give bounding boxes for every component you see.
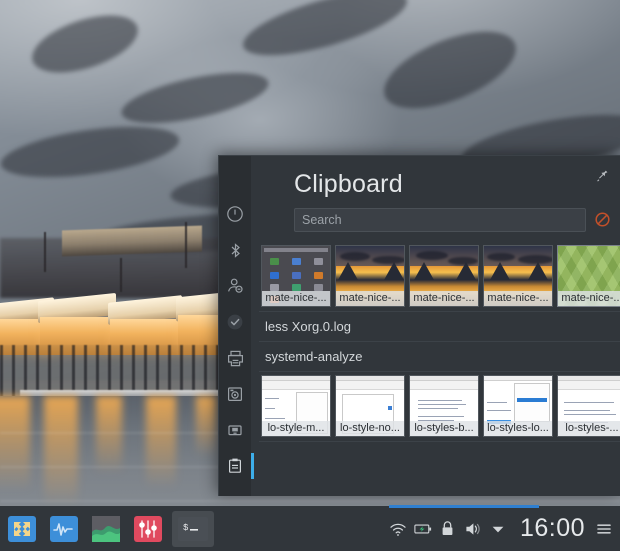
clipboard-thumbnail[interactable]: mate-nice-...: [335, 245, 405, 307]
hamburger-icon[interactable]: [596, 522, 612, 536]
taskbar-wireshark[interactable]: [46, 511, 82, 547]
taskbar-vmware[interactable]: [4, 511, 40, 547]
sidebar-item-clipboard[interactable]: [224, 453, 254, 479]
thumbnail-label: mate-nice-...: [558, 291, 620, 306]
clipboard-applet-panel: Clipboard Search mate-nice-... mate-nice…: [218, 155, 620, 496]
clipboard-thumbnail[interactable]: lo-styles-...: [557, 375, 620, 437]
thumbnail-label: mate-nice-...: [336, 291, 404, 306]
sidebar-item-updates[interactable]: [224, 311, 246, 333]
thumbnail-label: mate-nice-...: [262, 291, 330, 306]
wallpaper-pole: [44, 232, 46, 272]
taskbar-system-monitor[interactable]: [88, 511, 124, 547]
clipboard-thumbnail[interactable]: mate-nice-...: [483, 245, 553, 307]
thumbnail-label: lo-styles-lo...: [484, 421, 552, 436]
taskbar-terminal[interactable]: $: [172, 510, 214, 547]
clipboard-thumbnail[interactable]: mate-nice-...: [557, 245, 620, 307]
taskbar-volume-mixer[interactable]: [130, 511, 166, 547]
taskbar-launchers: $: [4, 510, 214, 547]
thumbnail-label: lo-style-m...: [262, 421, 330, 436]
chevron-down-icon[interactable]: [489, 520, 507, 538]
clipboard-thumbnail[interactable]: lo-style-m...: [261, 375, 331, 437]
clipboard-text-entry[interactable]: systemd-analyze: [259, 342, 620, 372]
sidebar-item-bluetooth[interactable]: [224, 239, 246, 261]
sidebar-item-user[interactable]: [224, 275, 246, 297]
waveform-icon: [50, 515, 78, 542]
clipboard-thumbnail[interactable]: mate-nice-...: [261, 245, 331, 307]
sidebar-item-removable[interactable]: [224, 419, 246, 441]
taskbar: $ 16:00: [0, 505, 620, 551]
network-arrows-icon: [8, 515, 36, 542]
terminal-icon: $: [178, 516, 208, 541]
sidebar-item-power[interactable]: [224, 203, 246, 225]
clipboard-content: Clipboard Search mate-nice-... mate-nice…: [251, 156, 620, 496]
page-title: Clipboard: [294, 170, 403, 198]
thumbnail-label: mate-nice-...: [484, 291, 552, 306]
search-row: [251, 208, 620, 232]
thumbnail-label: mate-nice-...: [410, 291, 478, 306]
svg-text:$: $: [183, 523, 189, 533]
wallpaper-pole: [185, 222, 187, 268]
search-input[interactable]: [294, 208, 586, 232]
clipboard-thumbnail[interactable]: lo-style-no...: [335, 375, 405, 437]
lock-icon[interactable]: [439, 520, 457, 538]
sidebar-item-printers[interactable]: [224, 347, 246, 369]
clipboard-text-entry[interactable]: less Xorg.0.log: [259, 312, 620, 342]
desktop-screen: Clipboard Search mate-nice-... mate-nice…: [0, 0, 620, 551]
clipboard-thumbnail-row: lo-style-m... lo-style-no... lo-styles-b…: [259, 372, 620, 442]
battery-charging-icon[interactable]: [414, 520, 432, 538]
pin-icon[interactable]: [594, 168, 610, 184]
clipboard-thumbnail[interactable]: lo-styles-lo...: [483, 375, 553, 437]
clipboard-entry-list: mate-nice-... mate-nice-... mate-nice-..…: [251, 242, 620, 496]
clipboard-thumbnail-row: mate-nice-... mate-nice-... mate-nice-..…: [259, 242, 620, 312]
wifi-icon[interactable]: [389, 520, 407, 538]
sliders-icon: [134, 515, 162, 542]
area-graph-icon: [92, 515, 120, 542]
system-tray: 16:00: [379, 505, 612, 543]
sidebar-item-camera[interactable]: [224, 383, 246, 405]
clipboard-thumbnail[interactable]: lo-styles-b...: [409, 375, 479, 437]
thumbnail-label: lo-style-no...: [336, 421, 404, 436]
thumbnail-label: lo-styles-...: [558, 421, 620, 436]
clipboard-thumbnail[interactable]: mate-nice-...: [409, 245, 479, 307]
speaker-icon[interactable]: [464, 520, 482, 538]
thumbnail-label: lo-styles-b...: [410, 421, 478, 436]
tray-highlight-bar: [388, 505, 539, 508]
taskbar-clock[interactable]: 16:00: [514, 514, 589, 543]
wallpaper-far-building: [62, 225, 202, 257]
clear-history-icon[interactable]: [594, 211, 612, 229]
applet-sidebar: [219, 156, 254, 496]
